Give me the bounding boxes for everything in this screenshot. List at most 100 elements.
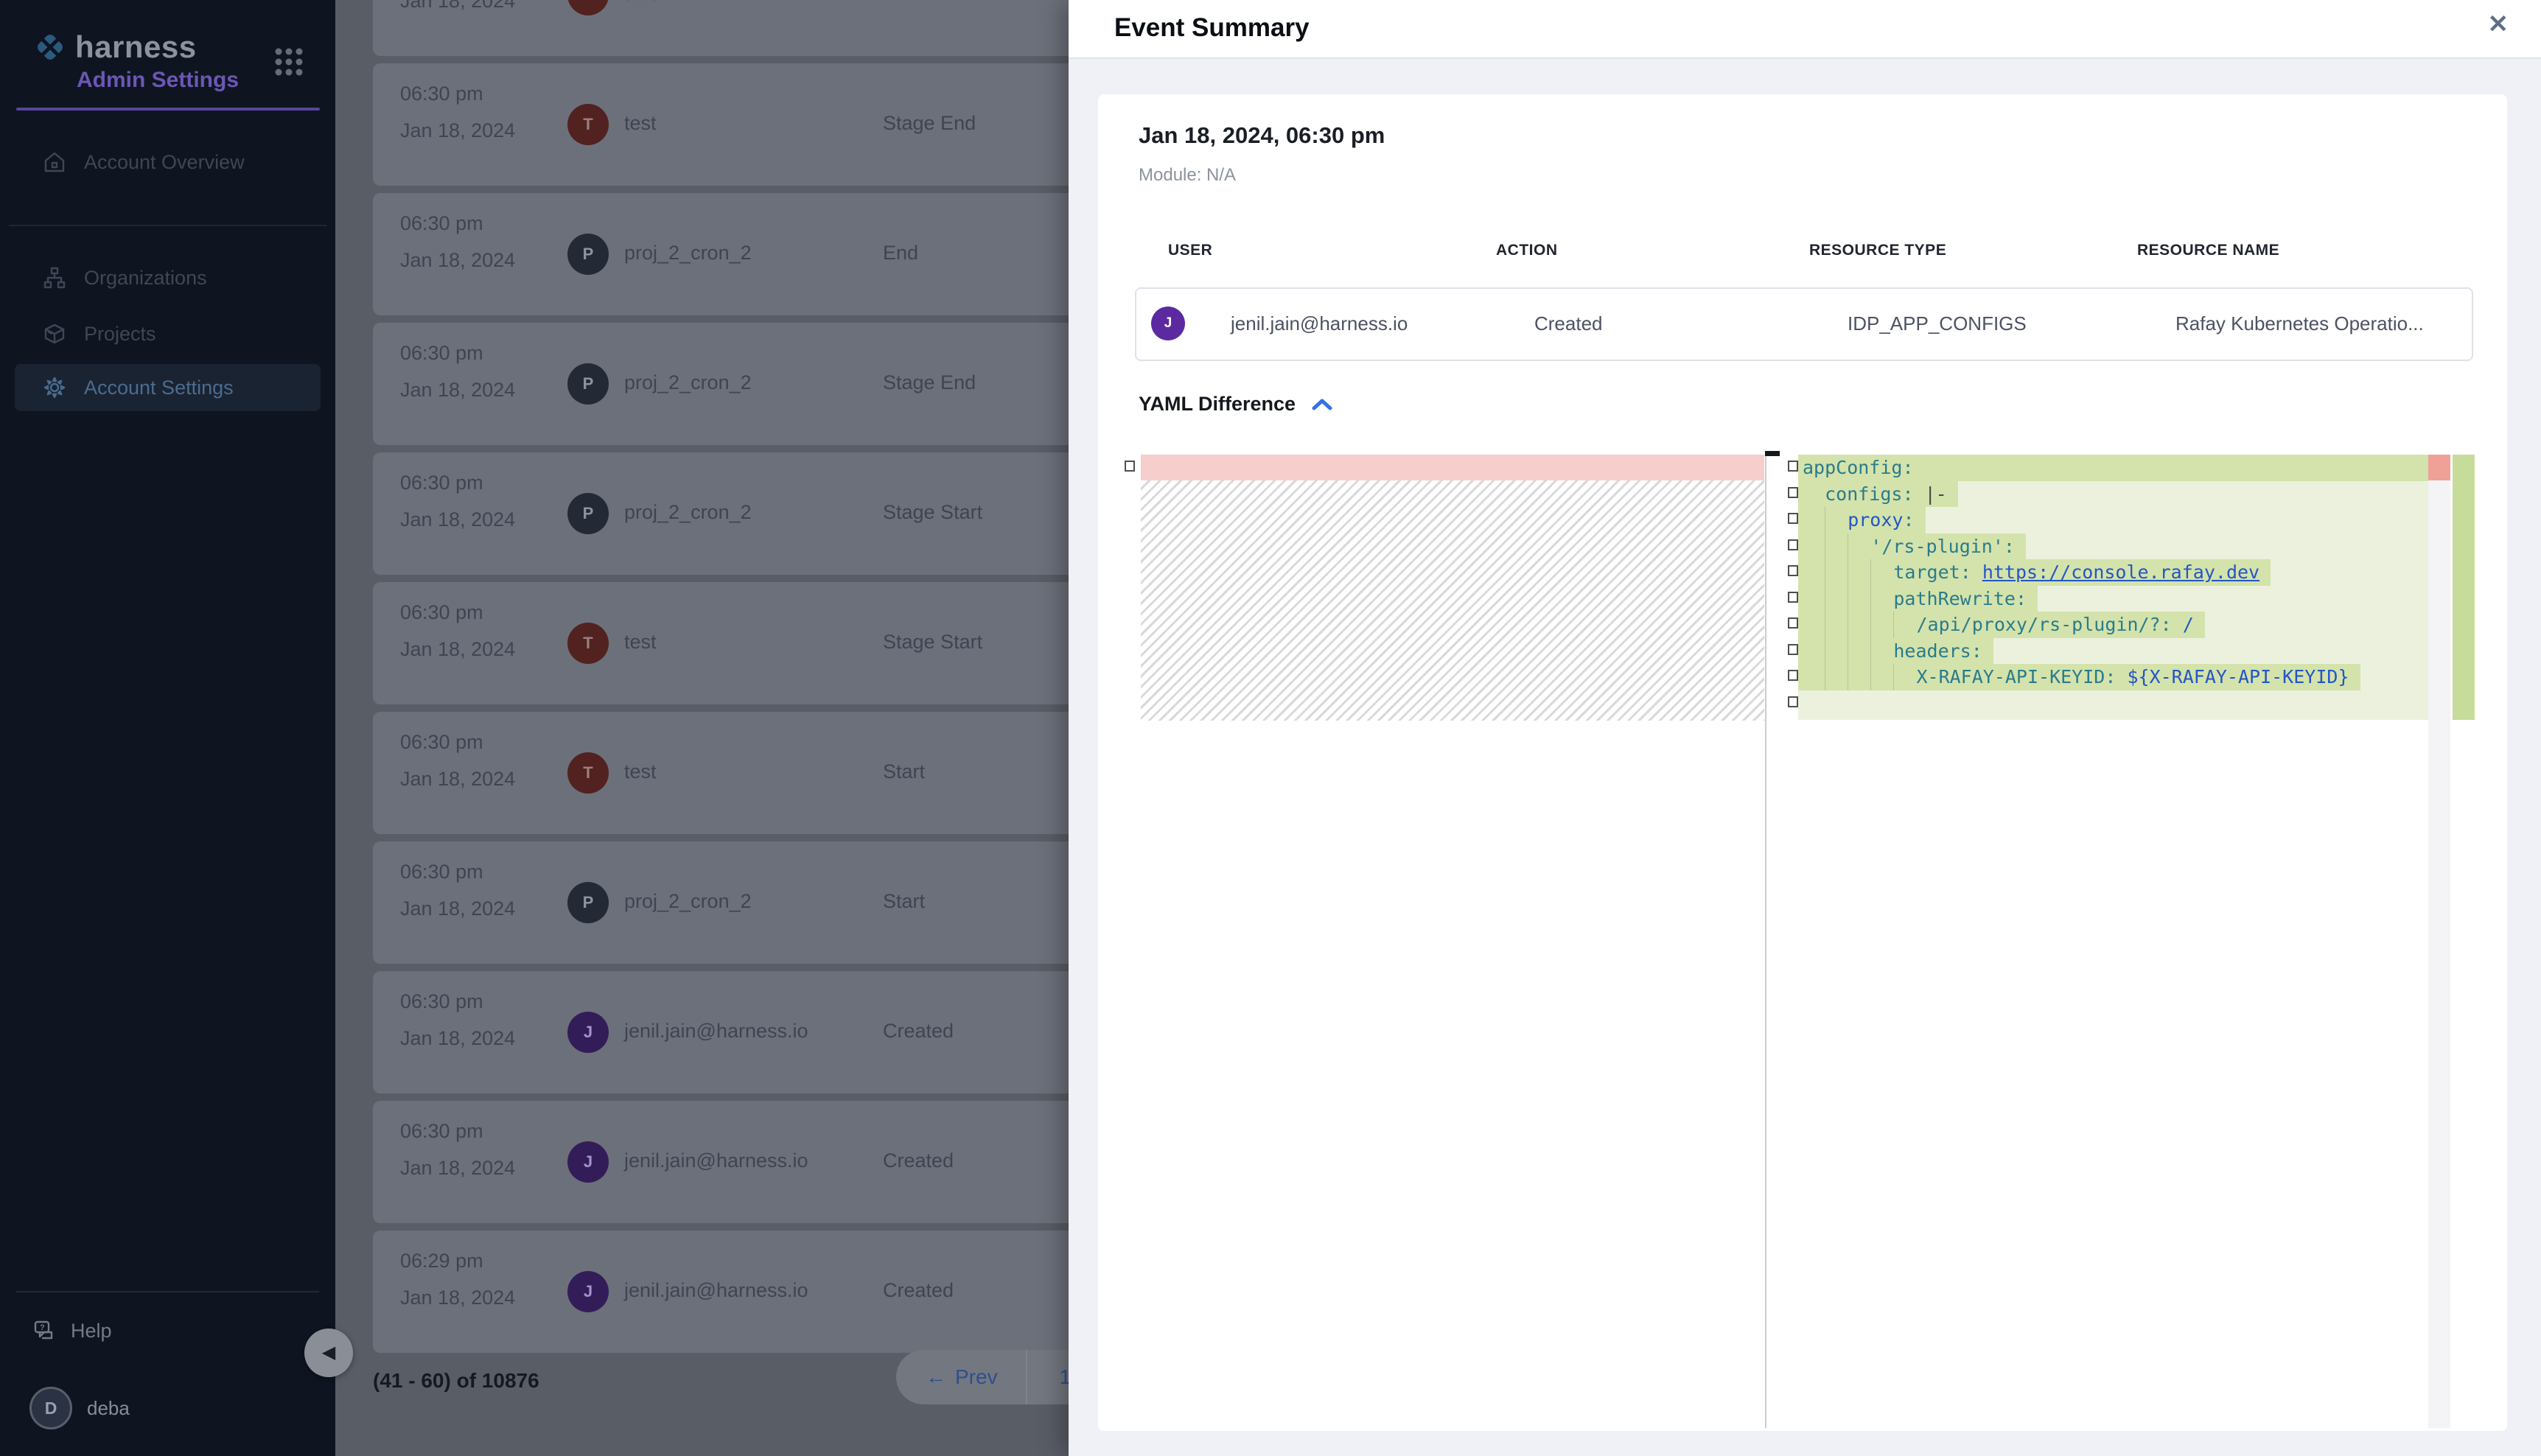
box-icon <box>43 322 66 346</box>
diff-added-line: configs: |- <box>1798 481 2428 508</box>
diff-added-line: '/rs-plugin': <box>1798 533 2428 560</box>
diff-added-line: /api/proxy/rs-plugin/?: / <box>1798 612 2428 638</box>
row-user: proj_2_cron_2 <box>624 890 752 913</box>
diff-overview-removed-mark <box>2428 455 2450 480</box>
diff-overview-added-mark <box>2453 455 2475 720</box>
diff-line-marker <box>1788 592 1798 603</box>
row-user: test <box>624 112 657 135</box>
diff-line-marker <box>1788 670 1798 681</box>
row-user: test <box>624 631 657 654</box>
prev-page-button[interactable]: ← Prev <box>926 1365 998 1389</box>
sidebar-item-organizations[interactable]: Organizations <box>15 254 321 301</box>
row-user: test <box>624 760 657 783</box>
event-summary-drawer: Event Summary ✕ Jan 18, 2024, 06:30 pm M… <box>1069 0 2541 1456</box>
column-header-action: ACTION <box>1496 242 1558 259</box>
row-avatar: J <box>567 1012 609 1053</box>
row-date: Jan 18, 2024 <box>400 119 515 142</box>
diff-added-line <box>1798 690 2428 717</box>
sidebar-item-label: Account Overview <box>84 151 245 174</box>
row-time: 06:30 pm <box>400 342 483 365</box>
row-time: 06:30 pm <box>400 1120 483 1143</box>
column-header-resource-type: RESOURCE TYPE <box>1809 242 1946 259</box>
row-user: proj_2_cron_2 <box>624 242 752 265</box>
diff-added-line: proxy: <box>1798 507 2428 533</box>
user-avatar: D <box>29 1387 72 1429</box>
diff-added-line: target: https://console.rafay.dev <box>1798 559 2428 586</box>
row-user: test <box>624 0 657 5</box>
row-avatar: T <box>567 752 609 794</box>
sidebar-item-projects[interactable]: Projects <box>15 310 321 357</box>
event-resource-type: IDP_APP_CONFIGS <box>1848 312 2027 335</box>
yaml-difference-label: YAML Difference <box>1139 393 1296 416</box>
row-user: jenil.jain@harness.io <box>624 1279 808 1302</box>
event-module: Module: N/A <box>1139 165 1236 186</box>
gear-icon <box>43 376 66 399</box>
diff-line-marker <box>1788 644 1798 655</box>
row-avatar: T <box>567 0 609 15</box>
diff-line-marker <box>1788 617 1798 629</box>
row-date: Jan 18, 2024 <box>400 1287 515 1309</box>
sidebar-item-account-overview[interactable]: Account Overview <box>15 139 321 186</box>
home-icon <box>43 150 66 174</box>
sidebar: harness Admin Settings Account Overview … <box>0 0 335 1456</box>
close-icon[interactable]: ✕ <box>2488 12 2509 37</box>
sidebar-item-label: Organizations <box>84 267 207 290</box>
row-action: Created <box>883 1149 954 1172</box>
row-action: Stage End <box>883 112 976 135</box>
harness-logo-icon <box>32 29 68 65</box>
sidebar-item-label: Projects <box>84 323 156 346</box>
row-date: Jan 18, 2024 <box>400 1027 515 1050</box>
prev-label: Prev <box>955 1365 998 1389</box>
row-action: Created <box>883 1279 954 1302</box>
event-row[interactable]: J jenil.jain@harness.io Created IDP_APP_… <box>1135 287 2473 361</box>
diff-line-marker <box>1788 539 1798 550</box>
pagination-range: (41 - 60) of 10876 <box>373 1369 539 1393</box>
row-time: 06:30 pm <box>400 731 483 754</box>
row-action: Stage End <box>883 371 976 394</box>
help-button[interactable]: ? Help <box>32 1319 112 1343</box>
sidebar-item-label: Account Settings <box>84 377 234 399</box>
diff-added-line: headers: <box>1798 638 2428 665</box>
row-time: 06:30 pm <box>400 83 483 105</box>
yaml-difference-toggle[interactable]: YAML Difference <box>1139 393 1332 416</box>
row-action: Created <box>883 1020 954 1043</box>
column-header-resource-name: RESOURCE NAME <box>2137 242 2279 259</box>
left-arrow-icon: ← <box>926 1365 946 1389</box>
diff-added-line: X-RAFAY-API-KEYID: ${X-RAFAY-API-KEYID} <box>1798 664 2428 690</box>
app-grid-icon[interactable] <box>273 46 305 78</box>
row-date: Jan 18, 2024 <box>400 638 515 661</box>
row-time: 06:30 pm <box>400 861 483 883</box>
diff-added-line: appConfig: <box>1798 455 2428 481</box>
row-time: 06:30 pm <box>400 601 483 624</box>
row-action: End <box>883 242 918 265</box>
row-user: proj_2_cron_2 <box>624 371 752 394</box>
row-action: Start <box>883 890 925 913</box>
row-action: End <box>883 0 918 5</box>
sidebar-collapse-button[interactable]: ◀ <box>304 1329 353 1377</box>
diff-scroll-tick <box>1765 451 1780 456</box>
sidebar-divider <box>9 225 326 226</box>
help-label: Help <box>71 1320 112 1343</box>
diff-added-pane: appConfig: configs: |- proxy: '/rs-plugi… <box>1798 455 2428 720</box>
pager-separator <box>1026 1350 1027 1404</box>
event-resource-name: Rafay Kubernetes Operatio... <box>2175 312 2424 335</box>
row-date: Jan 18, 2024 <box>400 1157 515 1180</box>
row-time: 06:30 pm <box>400 990 483 1013</box>
sidebar-subtitle: Admin Settings <box>77 68 239 93</box>
row-date: Jan 18, 2024 <box>400 508 515 531</box>
row-date: Jan 18, 2024 <box>400 379 515 402</box>
event-summary-card: Jan 18, 2024, 06:30 pm Module: N/A USER … <box>1098 94 2507 1431</box>
event-user-avatar: J <box>1151 307 1185 340</box>
user-chip[interactable]: D deba <box>29 1387 130 1429</box>
brand-name: harness <box>75 29 197 65</box>
diff-line-marker <box>1788 513 1798 524</box>
chevron-up-icon <box>1312 398 1332 411</box>
row-avatar: J <box>567 1141 609 1183</box>
row-date: Jan 18, 2024 <box>400 0 515 13</box>
diff-split-divider <box>1765 453 1766 1428</box>
drawer-title: Event Summary <box>1114 13 1310 43</box>
row-avatar: P <box>567 882 609 923</box>
row-user: proj_2_cron_2 <box>624 501 752 524</box>
row-avatar: J <box>567 1271 609 1312</box>
sidebar-item-account-settings[interactable]: Account Settings <box>15 364 321 411</box>
